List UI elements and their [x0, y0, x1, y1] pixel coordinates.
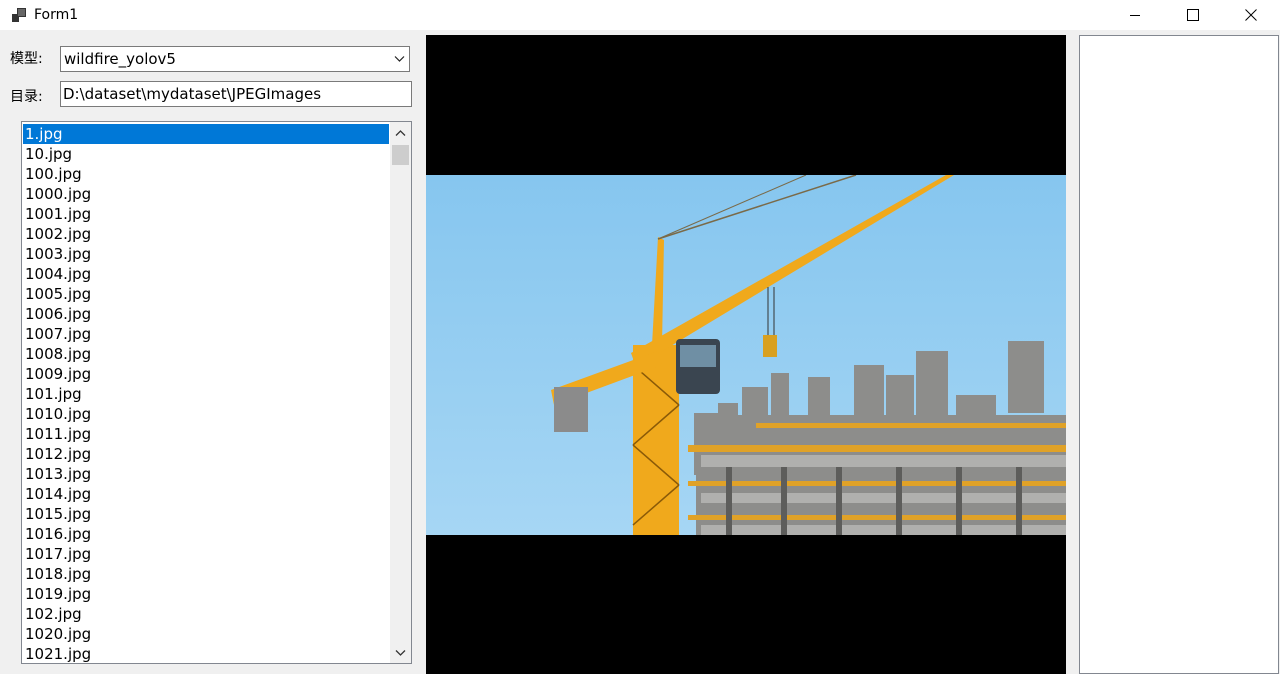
list-item[interactable]: 1008.jpg: [23, 344, 389, 364]
list-item[interactable]: 1010.jpg: [23, 404, 389, 424]
list-item[interactable]: 1004.jpg: [23, 264, 389, 284]
list-item[interactable]: 1001.jpg: [23, 204, 389, 224]
list-item[interactable]: 1011.jpg: [23, 424, 389, 444]
close-button[interactable]: [1222, 0, 1280, 30]
directory-input[interactable]: D:\dataset\mydataset\JPEGImages: [60, 81, 412, 107]
scroll-down-button[interactable]: [390, 642, 411, 663]
list-item[interactable]: 1.jpg: [23, 124, 389, 144]
chevron-down-icon: [394, 56, 405, 62]
list-item[interactable]: 1007.jpg: [23, 324, 389, 344]
list-item[interactable]: 1020.jpg: [23, 624, 389, 644]
list-item[interactable]: 1017.jpg: [23, 544, 389, 564]
list-item[interactable]: 1012.jpg: [23, 444, 389, 464]
list-item[interactable]: 1002.jpg: [23, 224, 389, 244]
list-item[interactable]: 1005.jpg: [23, 284, 389, 304]
list-item[interactable]: 1018.jpg: [23, 564, 389, 584]
image-viewer: [426, 35, 1066, 674]
app-icon: [12, 8, 26, 22]
list-item[interactable]: 1003.jpg: [23, 244, 389, 264]
list-item[interactable]: 1014.jpg: [23, 484, 389, 504]
scroll-up-button[interactable]: [390, 122, 411, 143]
minimize-button[interactable]: [1106, 0, 1164, 30]
file-list-scrollbar[interactable]: [390, 122, 411, 663]
list-item[interactable]: 1016.jpg: [23, 524, 389, 544]
directory-input-value: D:\dataset\mydataset\JPEGImages: [63, 85, 322, 103]
list-item[interactable]: 1013.jpg: [23, 464, 389, 484]
maximize-icon: [1187, 9, 1199, 21]
file-list[interactable]: 1.jpg 10.jpg 100.jpg 1000.jpg 1001.jpg 1002.j…: [21, 121, 412, 664]
list-item[interactable]: 10.jpg: [23, 144, 389, 164]
list-item[interactable]: 1006.jpg: [23, 304, 389, 324]
list-item[interactable]: 1000.jpg: [23, 184, 389, 204]
list-item[interactable]: 1021.jpg: [23, 644, 389, 663]
maximize-button[interactable]: [1164, 0, 1222, 30]
model-select-value: wildfire_yolov5: [64, 50, 176, 68]
chevron-down-icon: [395, 649, 406, 656]
title-bar: Form1: [0, 0, 1280, 30]
list-item[interactable]: 100.jpg: [23, 164, 389, 184]
list-item[interactable]: 102.jpg: [23, 604, 389, 624]
window-title: Form1: [34, 7, 79, 23]
directory-label: 目录:: [10, 89, 43, 105]
list-item[interactable]: 101.jpg: [23, 384, 389, 404]
chevron-up-icon: [395, 129, 406, 136]
minimize-icon: [1130, 15, 1140, 16]
model-select[interactable]: wildfire_yolov5: [60, 46, 410, 72]
construction-crane-photo: [426, 175, 1066, 535]
model-label: 模型:: [10, 51, 43, 67]
list-item[interactable]: 1015.jpg: [23, 504, 389, 524]
results-panel[interactable]: [1079, 35, 1279, 674]
scroll-thumb[interactable]: [392, 145, 409, 165]
close-icon: [1245, 9, 1257, 21]
list-item[interactable]: 1009.jpg: [23, 364, 389, 384]
list-item[interactable]: 1019.jpg: [23, 584, 389, 604]
file-list-items: 1.jpg 10.jpg 100.jpg 1000.jpg 1001.jpg 1002.j…: [23, 124, 389, 663]
